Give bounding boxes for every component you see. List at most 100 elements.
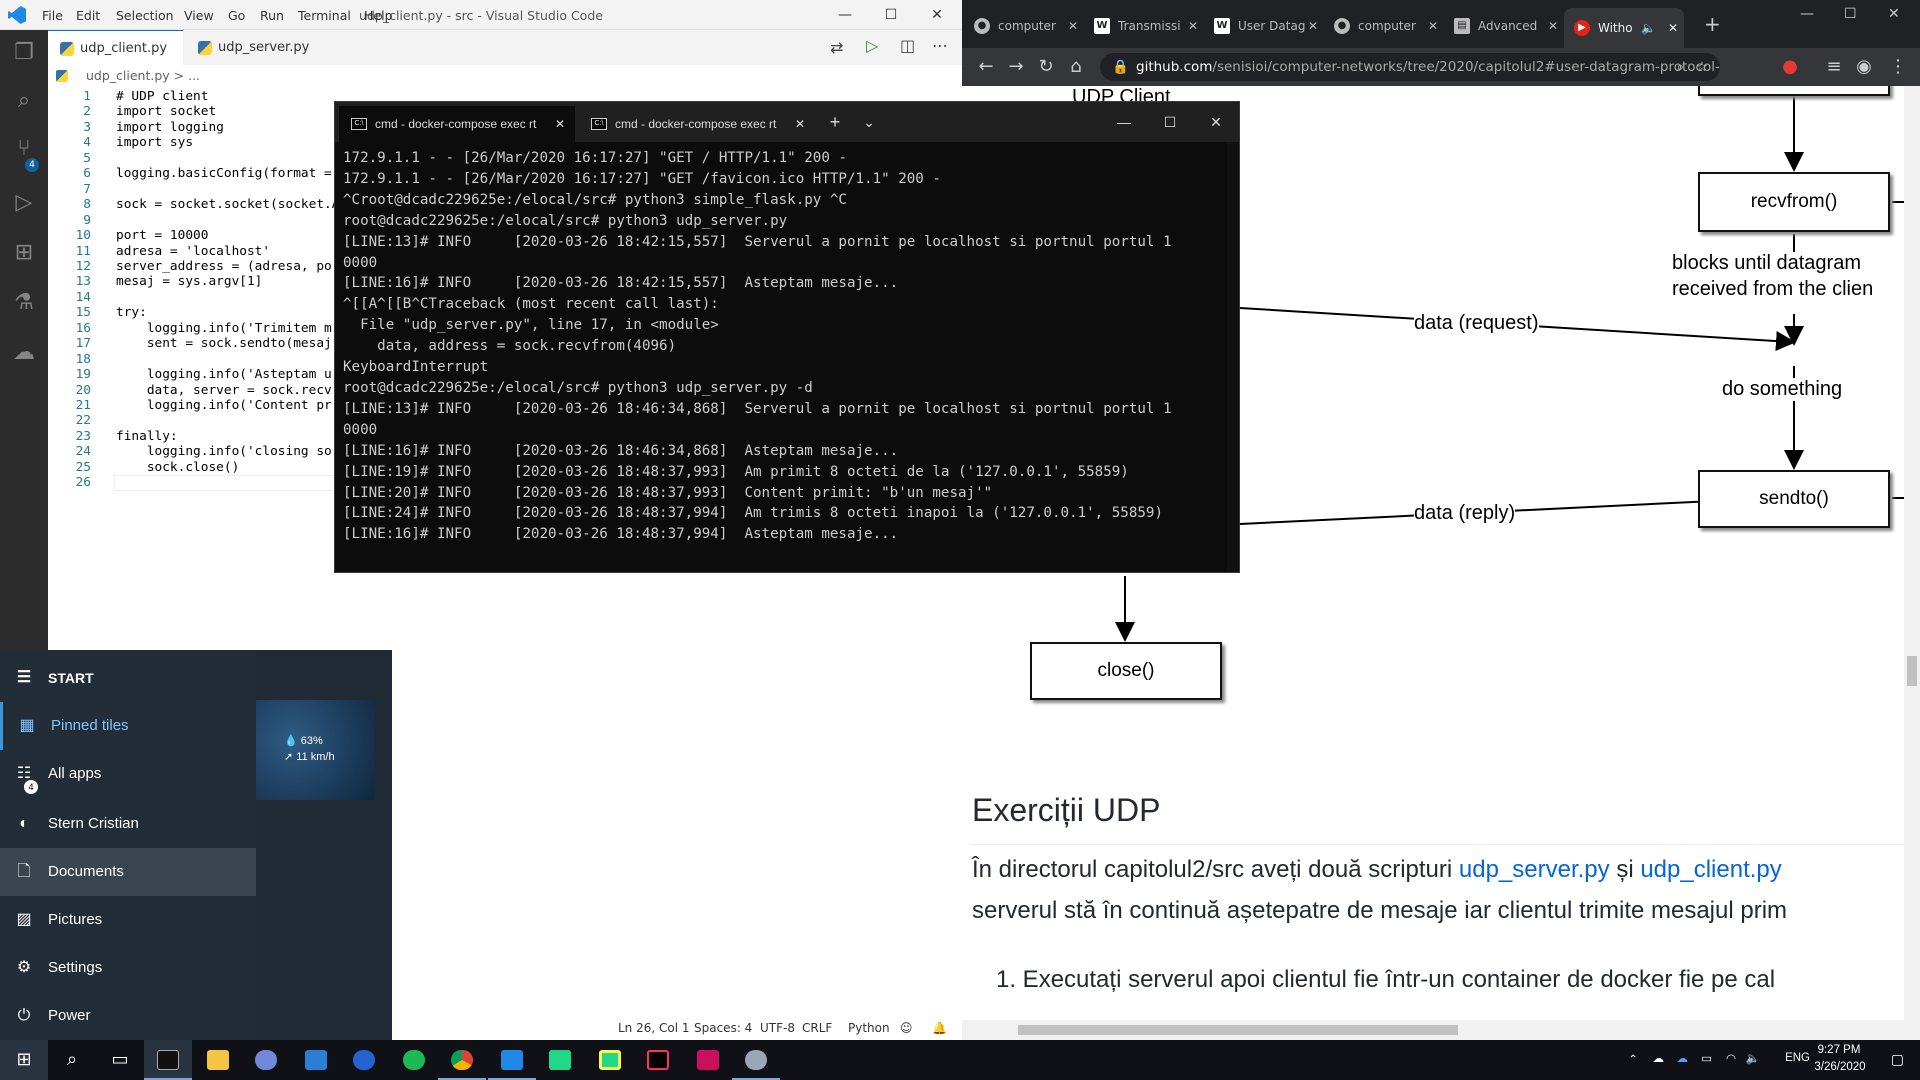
menu-terminal[interactable]: Terminal [298, 8, 351, 23]
maximize-icon[interactable]: ☐ [1147, 102, 1193, 142]
close-tab-icon[interactable]: ✕ [1308, 10, 1318, 42]
forward-icon[interactable]: → [1002, 53, 1030, 81]
code-line[interactable]: logging.info('Content pr [116, 398, 332, 413]
code-line[interactable]: import sys [116, 135, 193, 150]
back-icon[interactable]: ← [972, 53, 1000, 81]
chrome-icon[interactable] [438, 1040, 486, 1080]
close-icon[interactable]: ✕ [914, 0, 960, 30]
tab-udp-client[interactable]: udp_client.py [48, 30, 183, 65]
browser-tab[interactable]: ● computer ✕ [964, 10, 1084, 42]
zoom-icon[interactable]: ⌕ [1676, 53, 1684, 81]
notification-center-icon[interactable]: ▢ [1891, 1051, 1904, 1068]
menu-go[interactable]: Go [228, 8, 245, 23]
notifications-icon[interactable]: 🔔 [932, 1021, 947, 1035]
reload-icon[interactable]: ↻ [1032, 53, 1060, 81]
terminal-tab-active[interactable]: C:\ cmd - docker-compose exec rt ✕ [339, 106, 575, 142]
intellij-icon[interactable] [634, 1040, 682, 1080]
start-item-documents[interactable]: 🗋 Documents [0, 848, 256, 896]
code-line[interactable]: logging.info('Asteptam u [116, 367, 332, 382]
code-line[interactable]: import socket [116, 104, 216, 119]
vscode-icon[interactable] [488, 1040, 536, 1080]
bookmark-star-icon[interactable]: ☆ [1696, 53, 1708, 81]
code-line[interactable]: sent = sock.sendto(mesaj [116, 336, 332, 351]
docker-icon[interactable]: ☁ [0, 330, 48, 376]
close-tab-icon[interactable]: ✕ [1668, 8, 1678, 48]
close-tab-icon[interactable]: ✕ [1428, 10, 1438, 42]
close-tab-icon[interactable]: ✕ [1068, 10, 1078, 42]
breadcrumb[interactable]: udp_client.py > ... [48, 65, 962, 87]
clock-date[interactable]: 3/26/2020 [1810, 1061, 1870, 1073]
start-item-power[interactable]: ⏻ Power [0, 992, 256, 1040]
profile-avatar[interactable]: ◉ [1850, 53, 1878, 81]
horizontal-scrollbar[interactable] [962, 1020, 1920, 1040]
udp-client-link[interactable]: udp_client.py [1640, 856, 1781, 883]
code-line[interactable]: # UDP client [116, 89, 208, 104]
udp-server-link[interactable]: udp_server.py [1459, 856, 1610, 883]
start-item-user[interactable]: ◐ Stern Cristian [0, 800, 256, 848]
todo-icon[interactable] [340, 1040, 388, 1080]
dropdown-icon[interactable]: ⌄ [851, 102, 887, 142]
minimize-icon[interactable]: — [1101, 102, 1147, 142]
rider-icon[interactable] [684, 1040, 732, 1080]
browser-tab[interactable]: ● computer ✕ [1324, 10, 1444, 42]
testing-icon[interactable]: ⚗ [0, 280, 48, 326]
address-bar[interactable]: 🔒 github.com/senisioi/computer-networks/… [1100, 53, 1720, 81]
cloud-icon[interactable]: ☁ [1653, 1051, 1665, 1065]
menu-help[interactable]: Help [364, 8, 393, 23]
audio-playing-icon[interactable]: 🔈 [1641, 8, 1656, 48]
start-item-pictures[interactable]: ▨ Pictures [0, 896, 256, 944]
mail-icon[interactable] [292, 1040, 340, 1080]
maximize-icon[interactable]: ☐ [868, 0, 914, 30]
run-debug-icon[interactable]: ▷ [0, 180, 48, 226]
extensions-icon[interactable]: ⊞ [0, 230, 48, 276]
browser-tab[interactable]: W Transmissi ✕ [1084, 10, 1204, 42]
feedback-icon[interactable]: ☺ [900, 1021, 913, 1035]
browser-tab-active[interactable]: ▶ Witho 🔈 ✕ [1564, 8, 1684, 48]
pycharm-icon[interactable] [586, 1040, 634, 1080]
close-tab-icon[interactable]: ✕ [555, 106, 565, 142]
language-indicator[interactable]: ENG [1785, 1052, 1810, 1064]
explorer-icon[interactable]: ❐ [0, 30, 48, 76]
minimize-icon[interactable]: — [822, 0, 868, 30]
close-icon[interactable]: ✕ [1193, 102, 1239, 142]
vertical-scrollbar[interactable] [1904, 86, 1920, 1020]
chrome-menu-icon[interactable]: ⋮ [1884, 53, 1912, 81]
line-ending[interactable]: CRLF [802, 1021, 832, 1035]
home-icon[interactable]: ⌂ [1062, 53, 1090, 81]
menu-selection[interactable]: Selection [116, 8, 174, 23]
source-control-icon[interactable]: ⑂ [0, 126, 48, 172]
wifi-icon[interactable]: ◠ [1726, 1051, 1736, 1065]
language-mode[interactable]: Python [848, 1021, 890, 1035]
close-icon[interactable]: ✕ [1888, 6, 1900, 22]
terminal-window[interactable]: C:\ cmd - docker-compose exec rt ✕ C:\ c… [334, 101, 1240, 573]
code-line[interactable]: sock = socket.socket(socket.A [116, 197, 339, 212]
new-tab-icon[interactable]: + [817, 102, 853, 142]
start-item-pinned-tiles[interactable]: ▦ Pinned tiles [0, 702, 256, 750]
close-tab-icon[interactable]: ✕ [795, 106, 805, 142]
start-item-settings[interactable]: ⚙ Settings [0, 944, 256, 992]
indentation[interactable]: Spaces: 4 [694, 1021, 752, 1035]
close-tab-icon[interactable]: ✕ [1548, 10, 1558, 42]
code-line[interactable]: try: [116, 305, 147, 320]
onedrive-icon[interactable]: ☁ [1677, 1051, 1689, 1065]
search-icon[interactable]: ⌕ [48, 1040, 96, 1080]
terminal-app-icon[interactable] [144, 1040, 192, 1080]
clock-time[interactable]: 9:27 PM [1814, 1044, 1864, 1056]
terminal-output[interactable]: 172.9.1.1 - - [26/Mar/2020 16:17:27] "GE… [343, 148, 1233, 545]
code-line[interactable]: import logging [116, 120, 224, 135]
code-line[interactable]: finally: [116, 429, 178, 444]
compare-icon[interactable]: ⇄ [830, 38, 843, 57]
code-line[interactable]: logging.basicConfig(format = [116, 166, 339, 181]
scrollbar-thumb[interactable] [1018, 1025, 1458, 1035]
browser-tab[interactable]: ▤ Advanced ✕ [1444, 10, 1564, 42]
spotify-icon[interactable] [390, 1040, 438, 1080]
code-line[interactable]: logging.info('Trimitem m [116, 321, 332, 336]
code-line[interactable]: server_address = (adresa, po [116, 259, 332, 274]
more-actions-icon[interactable]: ⋯ [932, 36, 948, 55]
volume-icon[interactable]: 🔈 [1746, 1051, 1760, 1065]
start-menu-title[interactable]: ☰ START [0, 654, 256, 702]
start-item-all-apps[interactable]: ☷ 4 All apps [0, 750, 256, 798]
menu-view[interactable]: View [184, 8, 214, 23]
code-line[interactable]: adresa = 'localhost' [116, 244, 270, 259]
terminal-tab[interactable]: C:\ cmd - docker-compose exec rt ✕ [579, 106, 815, 142]
